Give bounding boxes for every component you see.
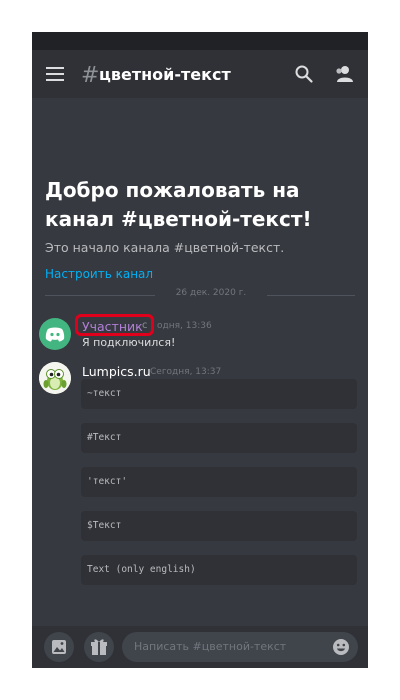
welcome-title: Добро пожаловать на канал #цветной-текст… [45, 178, 312, 231]
divider-line [45, 295, 155, 296]
discord-logo-icon [45, 327, 65, 342]
welcome-subtitle: Это начало канала #цветной-текст. [45, 240, 285, 255]
message-input-placeholder: Написать #цветной-текст [134, 640, 287, 653]
code-block: $Текст [81, 511, 357, 541]
message-timestamp: одня, 13:36 [157, 321, 212, 331]
status-bar [32, 32, 368, 50]
gift-icon [91, 639, 107, 655]
emoji-icon[interactable] [332, 638, 350, 656]
setup-channel-link[interactable]: Настроить канал [45, 267, 153, 281]
app-window: # цветной-текст Добро пожаловать на кана… [32, 32, 368, 668]
message-input[interactable]: Написать #цветной-текст [122, 632, 358, 662]
gift-button[interactable] [84, 632, 114, 662]
message-composer: Написать #цветной-текст [32, 626, 368, 668]
date-divider-label: 26 дек. 2020 г. [175, 288, 247, 298]
message-author[interactable]: Lumpics.ru [82, 364, 151, 379]
highlight-frame [75, 314, 154, 336]
lumpics-logo-icon [39, 362, 71, 394]
code-block: ~текст [81, 379, 357, 409]
code-block: #Текст [81, 423, 357, 453]
channel-title[interactable]: цветной-текст [99, 65, 231, 84]
members-icon[interactable] [334, 64, 354, 84]
attach-image-button[interactable] [44, 632, 74, 662]
channel-hash-icon: # [81, 63, 100, 88]
code-block: 'текст' [81, 467, 357, 497]
image-icon [52, 640, 66, 654]
message-timestamp: Сегодня, 13:37 [150, 367, 222, 377]
channel-header: # цветной-текст [32, 50, 368, 98]
avatar[interactable] [39, 318, 71, 350]
date-divider: 26 дек. 2020 г. [45, 288, 355, 302]
code-block: Text (only english) [81, 555, 357, 585]
message-text: Я подключился! [82, 336, 176, 349]
avatar[interactable] [39, 362, 71, 394]
search-icon[interactable] [294, 64, 314, 84]
divider-line [267, 295, 355, 296]
menu-icon[interactable] [46, 67, 64, 81]
